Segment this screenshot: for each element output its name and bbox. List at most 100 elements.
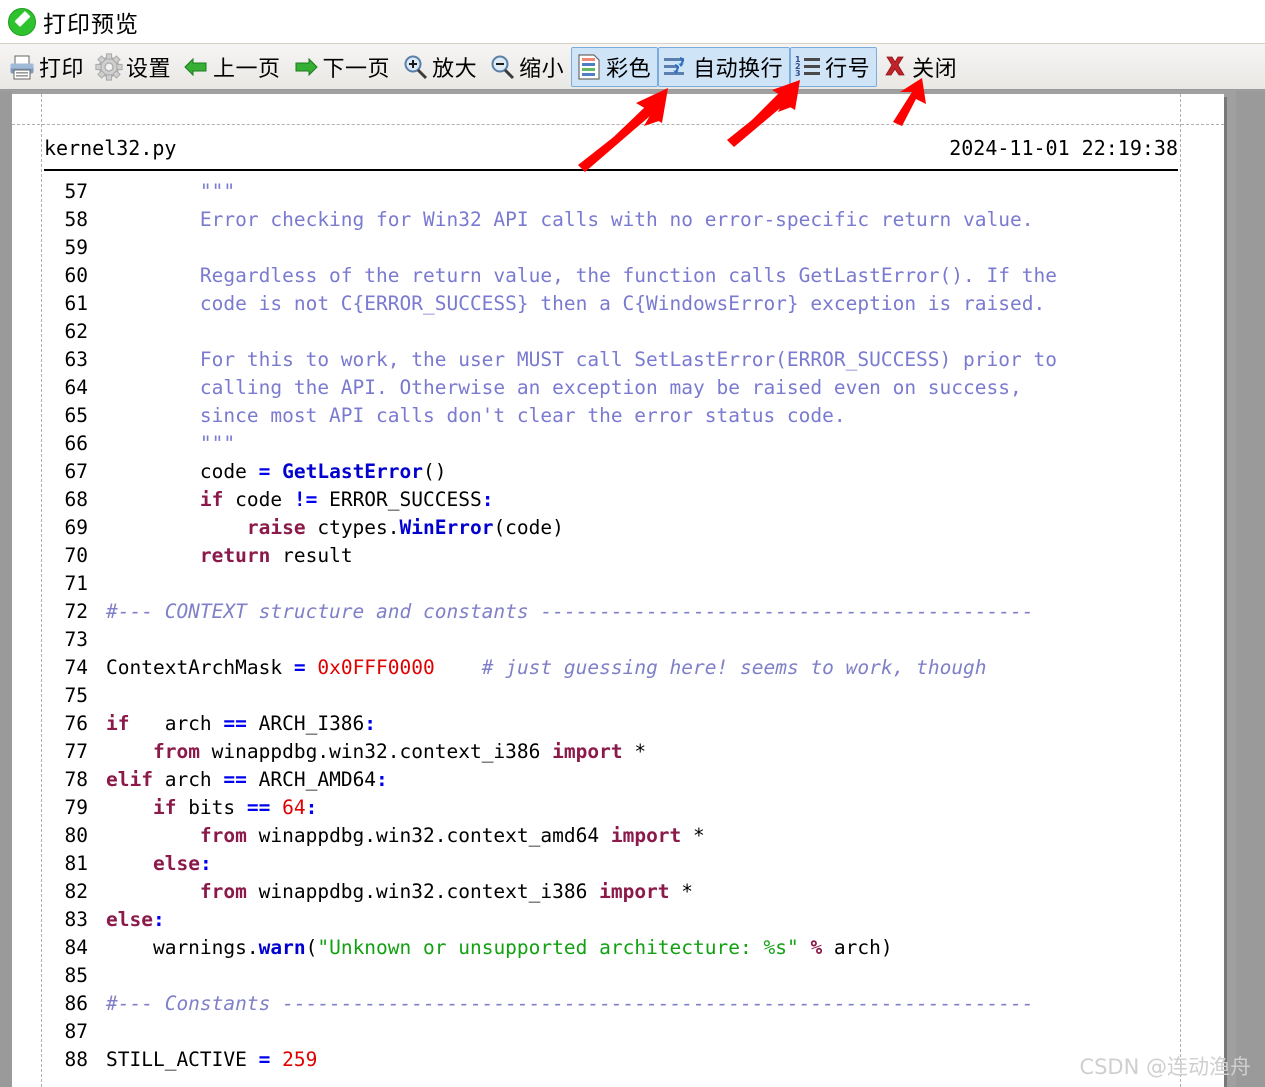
toolbar-button-prev[interactable]: 上一页 bbox=[178, 47, 288, 87]
code-line: 88 STILL_ACTIVE = 259 bbox=[44, 1046, 1178, 1074]
code-line: 68 if code != ERROR_SUCCESS: bbox=[44, 486, 1178, 514]
csdn-watermark: CSDN @连动渔舟 bbox=[1079, 1055, 1251, 1079]
toolbar-button-label: 打印 bbox=[39, 56, 85, 82]
code-token-pl: ( bbox=[305, 936, 318, 959]
code-line: 64 calling the API. Otherwise an excepti… bbox=[44, 374, 1178, 402]
document-header: kernel32.py 2024-11-01 22:19:38 bbox=[44, 136, 1178, 170]
code-token-num: 64 bbox=[282, 796, 306, 819]
toolbar-button-next[interactable]: 下一页 bbox=[288, 47, 398, 87]
code-line: 58 Error checking for Win32 API calls wi… bbox=[44, 206, 1178, 234]
close-x-icon bbox=[881, 53, 909, 81]
code-line-source: if arch == ARCH_I386: bbox=[106, 710, 1178, 738]
code-token-pl: (code) bbox=[493, 516, 564, 539]
code-line: 73 bbox=[44, 626, 1178, 654]
page-margin-guide-right bbox=[1180, 94, 1181, 1087]
color-document-icon bbox=[575, 53, 603, 81]
toolbar-button-zoomin[interactable]: 放大 bbox=[397, 47, 484, 87]
code-line-source: else: bbox=[106, 850, 1178, 878]
code-token-opb: : bbox=[364, 712, 377, 735]
word-wrap-icon bbox=[662, 53, 690, 81]
code-token-opb: != bbox=[293, 488, 318, 511]
toolbar-button-label: 设置 bbox=[126, 56, 172, 82]
code-line-source: since most API calls don't clear the err… bbox=[106, 402, 1178, 430]
page-title: 打印预览 bbox=[43, 11, 139, 38]
toolbar-button-wrap[interactable]: 自动换行 bbox=[658, 46, 791, 87]
code-line: 78 elif arch == ARCH_AMD64: bbox=[44, 766, 1178, 794]
code-line-source: #--- Constants -------------------------… bbox=[106, 990, 1178, 1018]
toolbar-button-close[interactable]: 关闭 bbox=[877, 47, 964, 87]
code-token-str: Error checking for Win32 API calls with … bbox=[106, 208, 1034, 231]
code-token-opb: = bbox=[258, 460, 271, 483]
code-token-kw: import bbox=[599, 880, 670, 903]
code-line: 82 from winappdbg.win32.context_i386 imp… bbox=[44, 878, 1178, 906]
code-token-kw: elif bbox=[106, 768, 153, 791]
line-number: 67 bbox=[64, 460, 88, 483]
print-preview-area[interactable]: kernel32.py 2024-11-01 22:19:38 57 """ 58… bbox=[0, 91, 1265, 1087]
code-token-opb: : bbox=[376, 768, 388, 791]
code-line-source: from winappdbg.win32.context_amd64 impor… bbox=[106, 822, 1178, 850]
line-number: 85 bbox=[64, 964, 88, 987]
code-token-pl: ctypes. bbox=[305, 516, 400, 539]
svg-text:3: 3 bbox=[795, 69, 801, 78]
page-margin-guide-top bbox=[12, 124, 1224, 125]
line-number: 73 bbox=[64, 628, 88, 651]
toolbar-button-zoomout[interactable]: 缩小 bbox=[484, 47, 571, 87]
code-line-source: STILL_ACTIVE = 259 bbox=[106, 1046, 1178, 1074]
code-token-pl: code bbox=[223, 488, 294, 511]
code-token-pl: () bbox=[423, 460, 447, 483]
code-token-pl: arch bbox=[152, 768, 224, 791]
code-line-source: code = GetLastError() bbox=[106, 458, 1178, 486]
window-title-bar: 打印预览 bbox=[0, 0, 1265, 44]
code-token-kw: from bbox=[152, 740, 200, 763]
line-number: 83 bbox=[64, 908, 88, 931]
line-number: 65 bbox=[64, 404, 88, 427]
toolbar-button-label: 缩小 bbox=[519, 56, 565, 82]
gear-icon bbox=[95, 52, 123, 81]
code-token-pl: ARCH_I386 bbox=[246, 712, 365, 735]
toolbar-button-label: 彩色 bbox=[606, 56, 652, 82]
code-line-source: Regardless of the return value, the func… bbox=[106, 262, 1178, 290]
code-token-pl: * bbox=[681, 824, 705, 847]
code-token-str: """ bbox=[106, 180, 236, 203]
toolbar-button-color[interactable]: 彩色 bbox=[571, 46, 659, 87]
line-number: 64 bbox=[64, 376, 88, 399]
line-numbers-icon: 123 bbox=[794, 53, 822, 81]
line-number: 58 bbox=[64, 208, 88, 231]
code-line: 86 #--- Constants -----------------------… bbox=[44, 990, 1178, 1018]
code-line: 67 code = GetLastError() bbox=[44, 458, 1178, 486]
code-token-pl: ERROR_SUCCESS bbox=[317, 488, 482, 511]
toolbar-button-settings[interactable]: 设置 bbox=[91, 47, 178, 87]
toolbar-button-label: 上一页 bbox=[213, 56, 281, 82]
toolbar-button-lineno[interactable]: 1 2 3 行号 bbox=[790, 46, 878, 87]
pencil-circle-icon bbox=[8, 7, 36, 36]
code-line-source: if code != ERROR_SUCCESS: bbox=[106, 486, 1178, 514]
zoom-out-icon bbox=[488, 53, 516, 81]
code-line: 77 from winappdbg.win32.context_i386 imp… bbox=[44, 738, 1178, 766]
code-token-opb: == bbox=[223, 768, 247, 791]
header-separator-rule bbox=[44, 169, 1178, 171]
code-line-source: Error checking for Win32 API calls with … bbox=[106, 206, 1178, 234]
toolbar-button-print[interactable]: 打印 bbox=[4, 47, 91, 87]
code-token-fn: WinError bbox=[399, 516, 494, 539]
code-line: 84 warnings.warn("Unknown or unsupported… bbox=[44, 934, 1178, 962]
code-line-source: raise ctypes.WinError(code) bbox=[106, 514, 1178, 542]
code-token-opb: == bbox=[246, 796, 271, 819]
code-token-kw: else bbox=[152, 852, 200, 875]
code-line: 60 Regardless of the return value, the f… bbox=[44, 262, 1178, 290]
arrow-right-icon bbox=[292, 53, 320, 81]
preview-page: kernel32.py 2024-11-01 22:19:38 57 """ 58… bbox=[12, 94, 1224, 1087]
line-number: 81 bbox=[64, 852, 88, 875]
line-number: 86 bbox=[64, 992, 88, 1015]
code-line: 75 bbox=[44, 682, 1178, 710]
line-number: 59 bbox=[64, 236, 88, 259]
code-line: 57 """ bbox=[44, 178, 1178, 206]
code-line: 65 since most API calls don't clear the … bbox=[44, 402, 1178, 430]
code-line-source: if bits == 64: bbox=[106, 794, 1178, 822]
code-token-str: """ bbox=[106, 432, 236, 455]
